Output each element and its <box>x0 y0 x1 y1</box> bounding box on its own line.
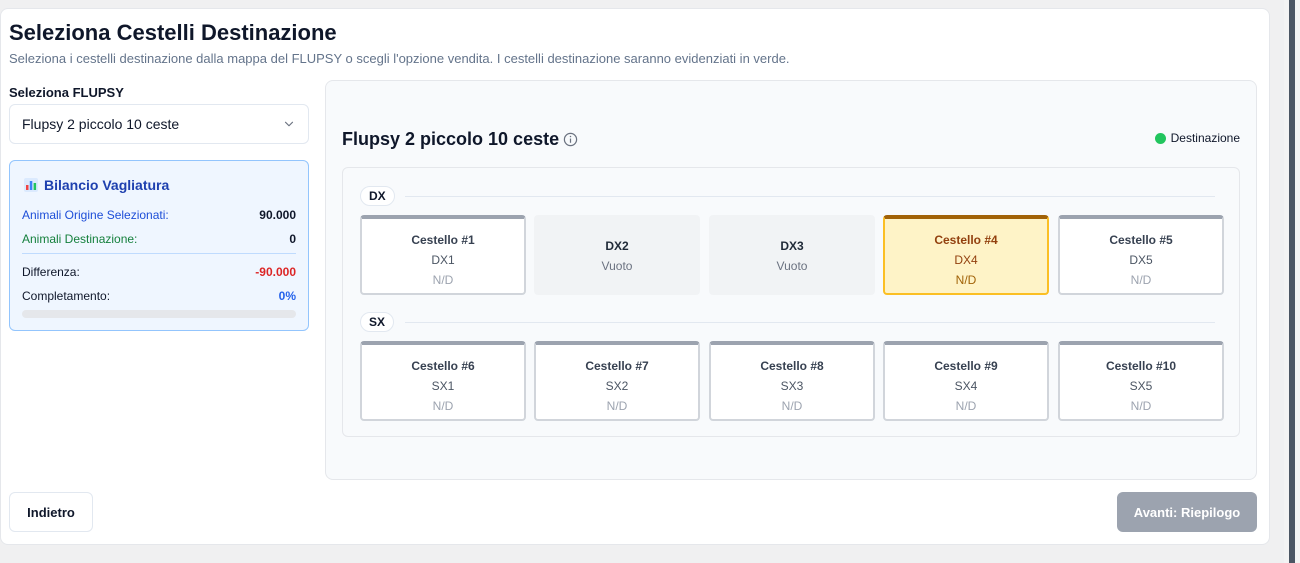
next-summary-button[interactable]: Avanti: Riepilogo <box>1117 492 1257 532</box>
window-scrollbar[interactable] <box>1284 0 1300 563</box>
completion-progress-bar <box>22 310 296 318</box>
map-title: Flupsy 2 piccolo 10 ceste <box>342 129 578 150</box>
basket-name: DX2 <box>605 239 629 253</box>
origin-label: Animali Origine Selezionati: <box>22 208 169 222</box>
map-title-text: Flupsy 2 piccolo 10 ceste <box>342 129 560 149</box>
basket-name: Cestello #4 <box>934 233 998 247</box>
basket-info: N/D <box>1130 273 1152 287</box>
bar-chart-icon <box>24 178 38 192</box>
basket-cell[interactable]: Cestello #7 SX2 N/D <box>534 341 700 421</box>
scrollbar-thumb[interactable] <box>1289 0 1295 563</box>
basket-cell[interactable]: Cestello #10 SX5 N/D <box>1058 341 1224 421</box>
row-divider <box>405 322 1215 323</box>
basket-position: DX5 <box>1129 253 1153 267</box>
basket-name: Cestello #9 <box>934 359 998 373</box>
page-subtitle: Seleziona i cestelli destinazione dalla … <box>9 51 790 66</box>
basket-info: N/D <box>781 399 803 413</box>
diff-row: Differenza: -90.000 <box>22 265 296 279</box>
basket-cell[interactable]: Cestello #1 DX1 N/D <box>360 215 526 295</box>
basket-cell[interactable]: DX2 Vuoto <box>534 215 700 295</box>
back-button[interactable]: Indietro <box>9 492 93 532</box>
chevron-down-icon <box>284 121 294 127</box>
dest-row: Animali Destinazione: 0 <box>22 232 296 246</box>
balance-title: Bilancio Vagliatura <box>44 177 170 193</box>
basket-position: Vuoto <box>776 259 808 273</box>
basket-info: N/D <box>432 399 454 413</box>
flupsy-select-label: Seleziona FLUPSY <box>9 85 124 100</box>
basket-name: Cestello #7 <box>585 359 649 373</box>
basket-name: Cestello #5 <box>1109 233 1173 247</box>
diff-label: Differenza: <box>22 265 80 279</box>
basket-position: SX3 <box>780 379 804 393</box>
page-title: Seleziona Cestelli Destinazione <box>9 20 337 45</box>
flupsy-select-value: Flupsy 2 piccolo 10 ceste <box>22 116 180 132</box>
dest-value: 0 <box>289 232 296 246</box>
basket-name: Cestello #6 <box>411 359 475 373</box>
basket-cell[interactable]: DX3 Vuoto <box>709 215 875 295</box>
flupsy-select[interactable]: Flupsy 2 piccolo 10 ceste <box>9 104 309 144</box>
row-tag-sx: SX <box>360 312 395 332</box>
basket-cell[interactable]: Cestello #4 DX4 N/D <box>883 215 1049 295</box>
basket-cell[interactable]: Cestello #6 SX1 N/D <box>360 341 526 421</box>
info-icon[interactable] <box>563 132 578 147</box>
completion-label: Completamento: <box>22 289 111 303</box>
legend-label: Destinazione <box>1170 131 1240 145</box>
basket-position: SX1 <box>431 379 455 393</box>
origin-row: Animali Origine Selezionati: 90.000 <box>22 208 296 222</box>
basket-name: Cestello #8 <box>760 359 824 373</box>
legend-dot <box>1154 132 1166 144</box>
dest-label: Animali Destinazione: <box>22 232 138 246</box>
flupsy-map: Flupsy 2 piccolo 10 ceste Destinazione D… <box>325 80 1257 480</box>
basket-cell[interactable]: Cestello #9 SX4 N/D <box>883 341 1049 421</box>
basket-info: N/D <box>955 273 977 287</box>
basket-cell[interactable]: Cestello #5 DX5 N/D <box>1058 215 1224 295</box>
basket-cell[interactable]: Cestello #8 SX3 N/D <box>709 341 875 421</box>
completion-row: Completamento: 0% <box>22 289 296 303</box>
basket-info: N/D <box>432 273 454 287</box>
basket-info: N/D <box>606 399 628 413</box>
basket-grid: DX Cestello #1 DX1 N/D DX2 Vuoto DX3 Vuoto Ceste… <box>342 167 1240 437</box>
legend: Destinazione <box>1154 131 1240 145</box>
origin-value: 90.000 <box>259 208 296 222</box>
basket-position: SX5 <box>1129 379 1153 393</box>
basket-position: DX1 <box>431 253 455 267</box>
basket-info: N/D <box>955 399 977 413</box>
row-divider <box>405 196 1215 197</box>
basket-position: SX2 <box>605 379 629 393</box>
basket-name: Cestello #10 <box>1105 359 1177 373</box>
basket-info: N/D <box>1130 399 1152 413</box>
completion-value: 0% <box>278 289 296 303</box>
basket-position: DX4 <box>954 253 978 267</box>
balance-heading: Bilancio Vagliatura <box>24 177 169 193</box>
basket-position: SX4 <box>954 379 978 393</box>
basket-name: DX3 <box>780 239 804 253</box>
balance-panel: Bilancio Vagliatura Animali Origine Sele… <box>9 160 309 331</box>
row-tag-dx: DX <box>360 186 395 206</box>
basket-name: Cestello #1 <box>411 233 475 247</box>
balance-divider <box>22 253 296 254</box>
diff-value: -90.000 <box>255 265 296 279</box>
basket-position: Vuoto <box>601 259 633 273</box>
